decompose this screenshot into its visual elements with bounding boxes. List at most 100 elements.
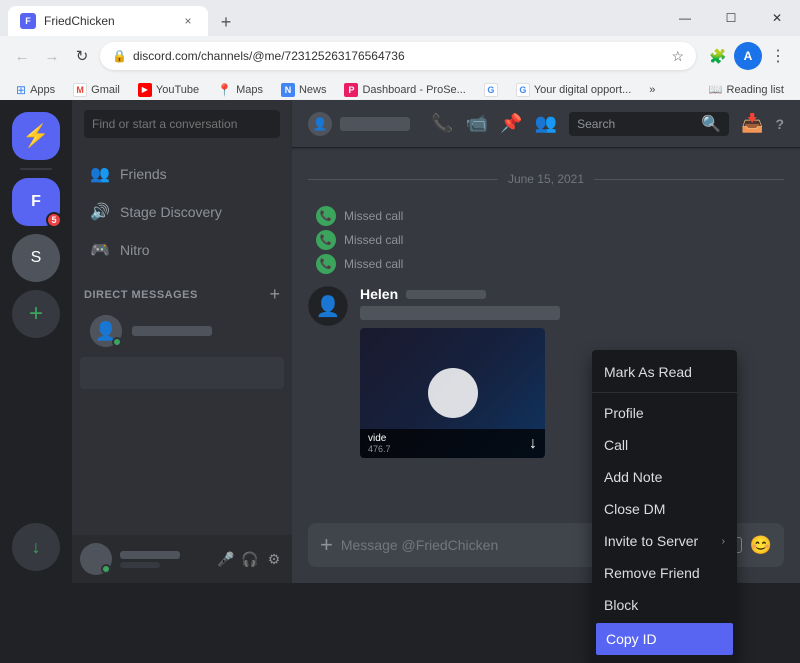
username-blurred	[120, 551, 180, 559]
msg-text-blurred	[360, 306, 560, 320]
context-menu-item-remove-friend[interactable]: Remove Friend	[592, 557, 737, 589]
context-menu-item-copy-id[interactable]: Copy ID	[596, 623, 733, 655]
window-controls: — ☐ ✕	[662, 0, 800, 36]
server-divider	[20, 168, 52, 170]
download-icon: ↓	[32, 537, 41, 558]
refresh-button[interactable]: ↻	[68, 42, 96, 70]
sidebar-item-nitro[interactable]: 🎮 Nitro	[80, 232, 284, 268]
sidebar-item-stage[interactable]: 🔊 Stage Discovery	[80, 194, 284, 230]
dashboard-icon: P	[344, 83, 358, 97]
bookmark-apps[interactable]: ⊞ Apps	[8, 80, 63, 100]
download-apps-button[interactable]: ↓	[12, 523, 60, 571]
address-bar[interactable]: 🔒 discord.com/channels/@me/7231252631765…	[100, 42, 696, 70]
add-server-button[interactable]: +	[12, 290, 60, 338]
video-download-icon[interactable]: ↓	[529, 435, 537, 453]
members-button[interactable]: 👥	[535, 113, 557, 134]
bookmark-youtube[interactable]: ▶ YouTube	[130, 80, 207, 100]
deafen-button[interactable]: 🎧	[240, 549, 260, 569]
active-tab[interactable]: F FriedChicken ×	[8, 6, 208, 36]
help-button[interactable]: ?	[775, 116, 784, 132]
bookmark-news[interactable]: N News	[273, 80, 335, 100]
pin-button[interactable]: 📌	[500, 113, 522, 134]
back-button[interactable]: ←	[8, 42, 36, 70]
discord-home-button[interactable]: ⚡	[12, 112, 60, 160]
bookmark-digital[interactable]: G Your digital opport...	[508, 80, 639, 100]
lock-icon: 🔒	[112, 49, 127, 63]
inbox-button[interactable]: 📥	[741, 113, 763, 134]
dm-header-avatar: 👤	[308, 112, 332, 136]
url-text: discord.com/channels/@me/723125263176564…	[133, 49, 665, 63]
chrome-menu-button[interactable]: ⋮	[764, 42, 792, 70]
msg-time-blurred	[406, 290, 486, 299]
video-size: 476.7	[368, 444, 391, 454]
nitro-label: Nitro	[120, 242, 150, 258]
maps-icon: 📍	[217, 83, 232, 97]
discord-logo: ⚡	[22, 123, 49, 149]
dm-status-indicator	[112, 337, 122, 347]
bookmark-google[interactable]: G	[476, 80, 506, 100]
dm-section-label: DIRECT MESSAGES	[84, 289, 198, 301]
channel-header: 👤 📞 📹 📌 👥 🔍 📥 ?	[292, 100, 800, 148]
add-attachment-button[interactable]: +	[320, 532, 333, 558]
context-menu-item-invite-server[interactable]: Invite to Server ›	[592, 525, 737, 557]
context-menu-item-close-dm[interactable]: Close DM	[592, 493, 737, 525]
dm-name-blurred	[132, 326, 212, 336]
video-call-button[interactable]: 📹	[466, 113, 488, 134]
friends-icon: 👥	[90, 164, 110, 184]
nitro-icon: 🎮	[90, 240, 110, 260]
context-menu-item-mark-read[interactable]: Mark As Read	[592, 356, 737, 388]
emoji-button[interactable]: 😊	[750, 535, 772, 556]
context-menu-item-add-note[interactable]: Add Note	[592, 461, 737, 493]
context-menu-item-block[interactable]: Block	[592, 589, 737, 621]
tab-favicon: F	[20, 13, 36, 29]
settings-icon: ⚙	[268, 551, 281, 568]
stage-icon: 🔊	[90, 202, 110, 222]
context-menu: Mark As Read Profile Call Add Note Close…	[592, 350, 737, 663]
tab-favicon-text: F	[25, 16, 31, 26]
context-menu-item-call[interactable]: Call	[592, 429, 737, 461]
bookmarks-more-button[interactable]: »	[641, 80, 663, 100]
msg-header-1: Helen	[360, 286, 784, 302]
channel-search[interactable]: 🔍	[569, 112, 729, 136]
title-bar: F FriedChicken × + — ☐ ✕	[0, 0, 800, 36]
channel-search-input[interactable]	[577, 117, 697, 131]
minimize-button[interactable]: —	[662, 0, 708, 36]
message-avatar: 👤	[308, 286, 348, 326]
channel-header-left: 👤	[308, 112, 410, 136]
settings-button[interactable]: ⚙	[264, 549, 284, 569]
avatar-placeholder: 👤	[316, 294, 341, 319]
bookmark-gmail[interactable]: M Gmail	[65, 80, 128, 100]
sidebar-item-friends[interactable]: 👥 Friends	[80, 156, 284, 192]
maximize-button[interactable]: ☐	[708, 0, 754, 36]
user-online-status	[101, 564, 111, 574]
reading-list-button[interactable]: 📖 Reading list	[701, 80, 792, 100]
current-user-avatar-container	[80, 543, 112, 575]
server-icon-2[interactable]: S	[12, 234, 60, 282]
server-icon-1[interactable]: F 5	[12, 178, 60, 226]
reading-list-label: Reading list	[727, 84, 784, 96]
browser-toolbar: ← → ↻ 🔒 discord.com/channels/@me/7231252…	[0, 36, 800, 76]
forward-button[interactable]: →	[38, 42, 66, 70]
sidebar-search-input[interactable]	[84, 110, 280, 138]
mute-button[interactable]: 🎤	[216, 549, 236, 569]
call-button[interactable]: 📞	[431, 113, 453, 134]
new-tab-button[interactable]: +	[212, 8, 240, 36]
bookmark-dashboard[interactable]: P Dashboard - ProSe...	[336, 80, 473, 100]
dm-item-1[interactable]: 👤	[80, 309, 284, 353]
video-info: vide 476.7	[368, 433, 391, 454]
profile-button[interactable]: A	[734, 42, 762, 70]
bookmark-maps[interactable]: 📍 Maps	[209, 80, 271, 100]
server-sidebar: ⚡ F 5 S + ↓	[0, 100, 72, 583]
tab-close-button[interactable]: ×	[180, 13, 196, 29]
bookmark-apps-label: Apps	[30, 84, 55, 96]
discord-app: ⚡ F 5 S + ↓ 👥 Friends 🔊	[0, 100, 800, 583]
bookmark-news-label: News	[299, 84, 327, 96]
channel-name-blurred	[340, 117, 410, 131]
server-1-letter: F	[31, 193, 41, 211]
missed-call-text-1: Missed call	[344, 209, 403, 223]
close-button[interactable]: ✕	[754, 0, 800, 36]
context-menu-item-profile[interactable]: Profile	[592, 397, 737, 429]
new-dm-button[interactable]: +	[269, 284, 280, 305]
call-icon-2: 📞	[316, 230, 336, 250]
extensions-button[interactable]: 🧩	[704, 42, 732, 70]
